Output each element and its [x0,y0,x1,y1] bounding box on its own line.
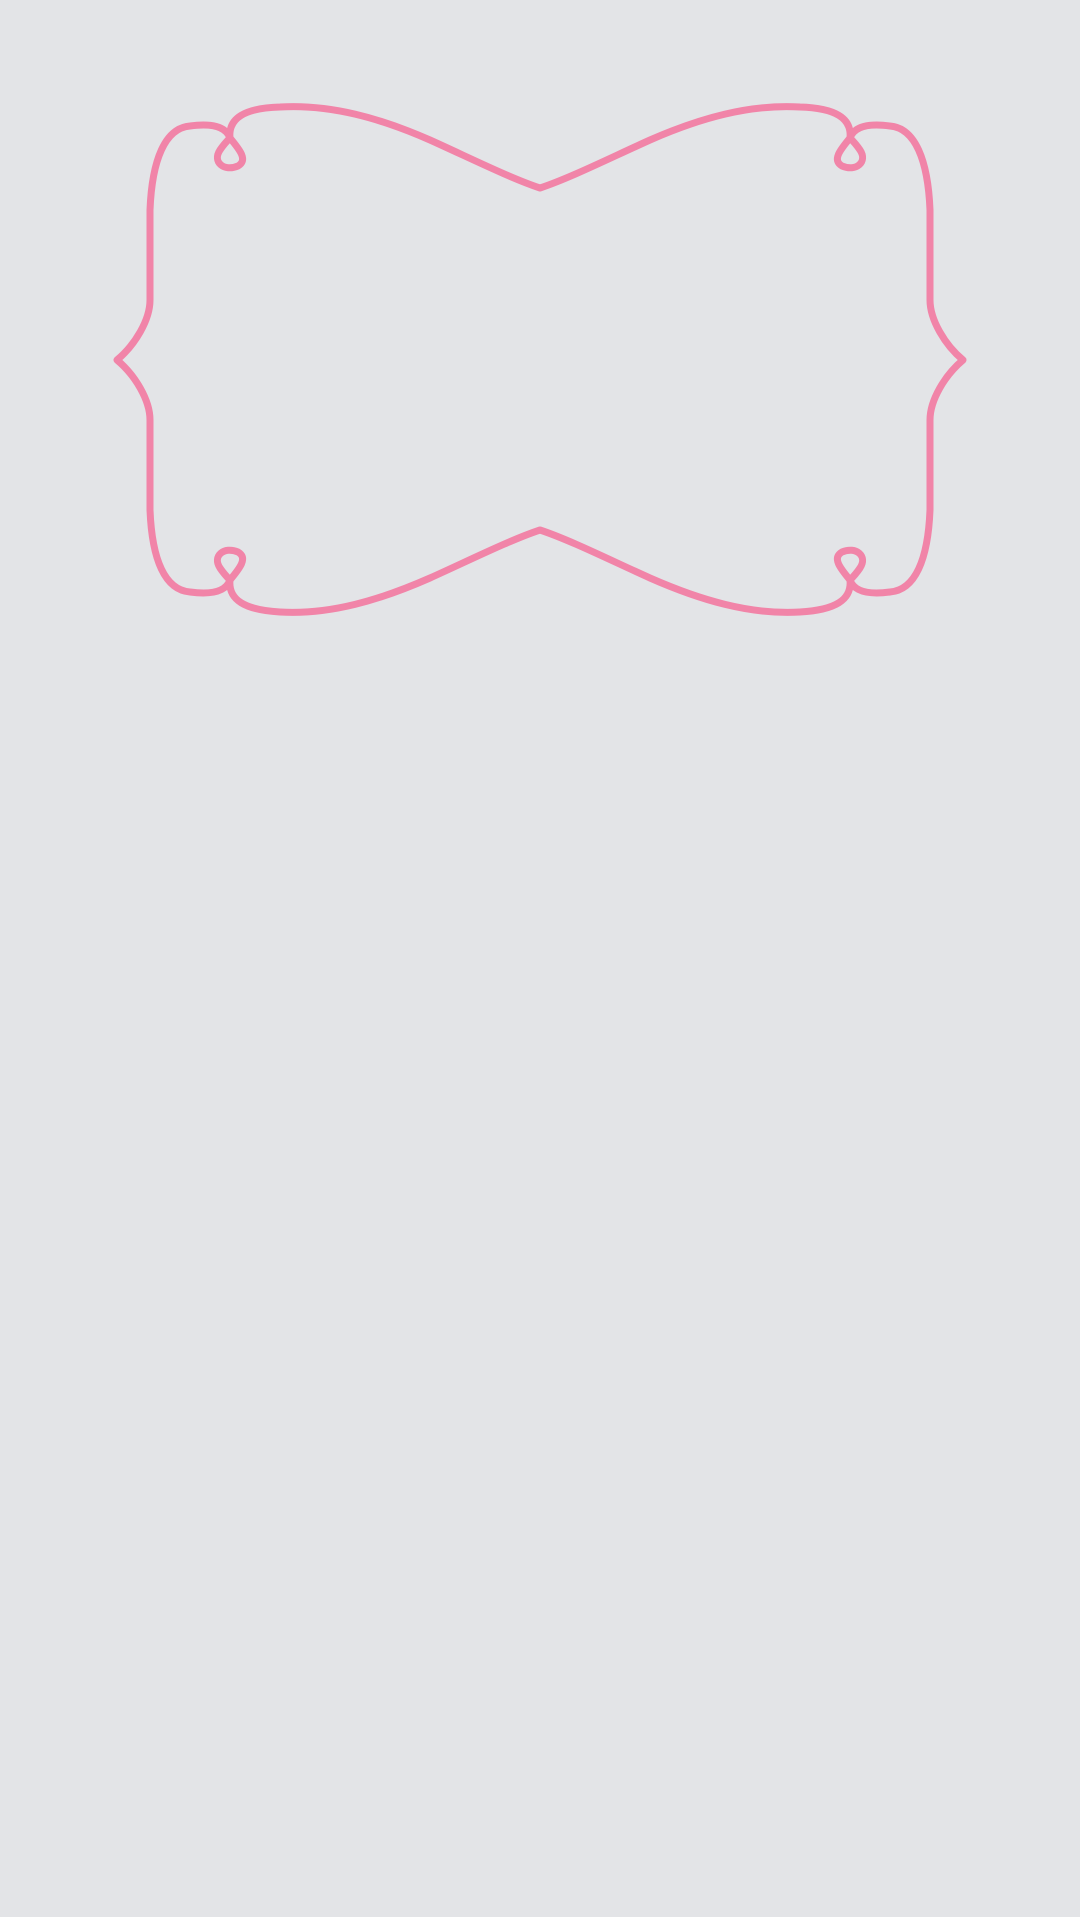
ornate-bracket-frame-icon [113,103,967,616]
bottom-right-loop [834,546,867,584]
wallpaper-screen [0,0,1080,1917]
frame-outline [113,103,967,616]
top-left-loop [213,134,246,172]
bottom-left-loop [213,546,246,584]
top-right-loop [834,134,867,172]
